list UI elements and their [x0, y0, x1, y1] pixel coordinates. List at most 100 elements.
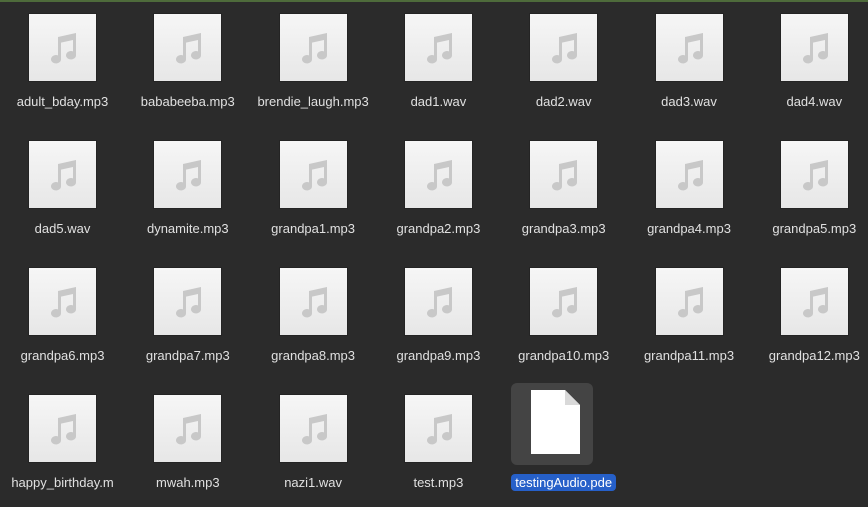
file-name-text: grandpa4.mp3 [647, 221, 731, 236]
file-name-text: grandpa11.mp3 [643, 348, 735, 363]
file-item[interactable]: grandpa2.mp3 [376, 127, 501, 253]
file-name-text: grandpa5.mp3 [772, 221, 857, 236]
file-name-text: nazi1.wav [284, 475, 342, 490]
file-item[interactable]: grandpa10.mp3 [501, 254, 626, 380]
music-note-icon [530, 141, 598, 208]
file-item[interactable]: dad2.wav [501, 0, 626, 126]
music-note-icon [780, 14, 848, 81]
file-name-label: grandpa6.mp3 [0, 347, 127, 365]
file-name-label: mwah.mp3 [123, 474, 252, 492]
file-name-text: dad1.wav [410, 94, 467, 109]
file-name-text: dad4.wav [786, 94, 843, 109]
file-item[interactable]: grandpa8.mp3 [251, 254, 376, 380]
file-item[interactable]: testingAudio.pde [501, 381, 626, 507]
file-item[interactable]: brendie_laugh.mp3 [251, 0, 376, 126]
file-name-text: grandpa3.mp3 [521, 221, 606, 236]
music-note-icon [154, 268, 222, 335]
file-name-label: dad5.wav [0, 220, 127, 238]
file-item[interactable]: grandpa1.mp3 [251, 127, 376, 253]
file-name-label: grandpa1.mp3 [249, 220, 378, 238]
file-name-text: grandpa10.mp3 [518, 348, 610, 363]
music-note-icon [404, 395, 472, 462]
music-note-icon [29, 395, 96, 462]
file-item[interactable]: test.mp3 [376, 381, 501, 507]
file-item[interactable]: mwah.mp3 [125, 381, 250, 507]
file-name-text: grandpa9.mp3 [396, 348, 481, 363]
file-name-label: grandpa12.mp3 [750, 347, 868, 365]
music-note-icon [655, 268, 723, 335]
music-note-icon [655, 14, 723, 81]
file-name-label: dad3.wav [625, 93, 754, 111]
file-name-label: dynamite.mp3 [123, 220, 252, 238]
file-item[interactable]: grandpa11.mp3 [627, 254, 752, 380]
music-note-icon [279, 268, 347, 335]
file-name-label: grandpa9.mp3 [374, 347, 503, 365]
file-item[interactable]: nazi1.wav [251, 381, 376, 507]
file-name-label: dad2.wav [499, 93, 628, 111]
file-item[interactable]: grandpa7.mp3 [125, 254, 250, 380]
file-name-label: grandpa2.mp3 [374, 220, 503, 238]
music-note-icon [530, 268, 598, 335]
music-note-icon [279, 395, 347, 462]
music-note-icon [29, 14, 96, 81]
file-name-text: grandpa7.mp3 [145, 348, 230, 363]
music-note-icon [29, 268, 96, 335]
file-item[interactable]: dad3.wav [627, 0, 752, 126]
file-name-label: adult_bday.mp3 [0, 93, 127, 111]
file-name-text: testingAudio.pde [511, 474, 617, 491]
file-item[interactable]: grandpa3.mp3 [501, 127, 626, 253]
music-note-icon [154, 14, 222, 81]
file-item[interactable]: grandpa5.mp3 [752, 127, 868, 253]
file-name-label: brendie_laugh.mp3 [249, 93, 378, 111]
music-note-icon [404, 268, 472, 335]
file-name-text: mwah.mp3 [156, 475, 220, 490]
file-name-text: dad5.wav [34, 221, 91, 236]
file-name-text: grandpa12.mp3 [768, 348, 860, 363]
file-name-text: dad3.wav [661, 94, 717, 109]
music-note-icon [29, 141, 96, 208]
music-note-icon [279, 141, 347, 208]
file-name-label: test.mp3 [374, 474, 503, 492]
file-name-text: bababeeba.mp3 [140, 94, 235, 109]
file-item[interactable]: adult_bday.mp3 [0, 0, 125, 126]
file-name-text: brendie_laugh.mp3 [257, 94, 369, 109]
file-name-text: adult_bday.mp3 [16, 94, 109, 109]
file-name-text: grandpa1.mp3 [271, 221, 356, 236]
music-note-icon [404, 141, 472, 208]
file-item[interactable]: dad5.wav [0, 127, 125, 253]
file-grid: adult_bday.mp3 bababeeba.mp3 brendie_laugh… [0, 0, 868, 491]
file-name-label: grandpa11.mp3 [625, 347, 754, 365]
music-note-icon [279, 14, 347, 81]
file-name-label: happy_birthday.m [0, 474, 127, 492]
file-item[interactable]: grandpa9.mp3 [376, 254, 501, 380]
file-name-label: grandpa4.mp3 [625, 220, 754, 238]
document-icon [529, 389, 581, 455]
file-item[interactable]: grandpa6.mp3 [0, 254, 125, 380]
file-name-text: happy_birthday.m [11, 475, 114, 490]
file-name-label: grandpa7.mp3 [123, 347, 252, 365]
file-item[interactable]: grandpa4.mp3 [627, 127, 752, 253]
file-item[interactable]: happy_birthday.m [0, 381, 125, 507]
file-name-text: dad2.wav [535, 94, 592, 109]
file-name-label: dad4.wav [750, 93, 868, 111]
music-note-icon [154, 395, 222, 462]
file-name-label: grandpa3.mp3 [499, 220, 628, 238]
file-name-label: grandpa8.mp3 [249, 347, 378, 365]
file-name-text: test.mp3 [413, 475, 464, 490]
file-name-label: bababeeba.mp3 [123, 93, 252, 111]
file-item[interactable]: grandpa12.mp3 [752, 254, 868, 380]
file-name-text: grandpa6.mp3 [20, 348, 105, 363]
file-name-label: dad1.wav [374, 93, 503, 111]
file-item[interactable]: dad1.wav [376, 0, 501, 126]
music-note-icon [404, 14, 472, 81]
file-name-label: nazi1.wav [249, 474, 378, 492]
file-item[interactable]: dad4.wav [752, 0, 868, 126]
file-name-label: grandpa5.mp3 [750, 220, 868, 238]
file-name-text: grandpa2.mp3 [396, 221, 481, 236]
file-item[interactable]: bababeeba.mp3 [125, 0, 250, 126]
music-note-icon [780, 141, 848, 208]
file-item[interactable]: dynamite.mp3 [125, 127, 250, 253]
file-name-text: dynamite.mp3 [146, 221, 229, 236]
music-note-icon [530, 14, 598, 81]
file-name-label: testingAudio.pde [499, 474, 628, 492]
